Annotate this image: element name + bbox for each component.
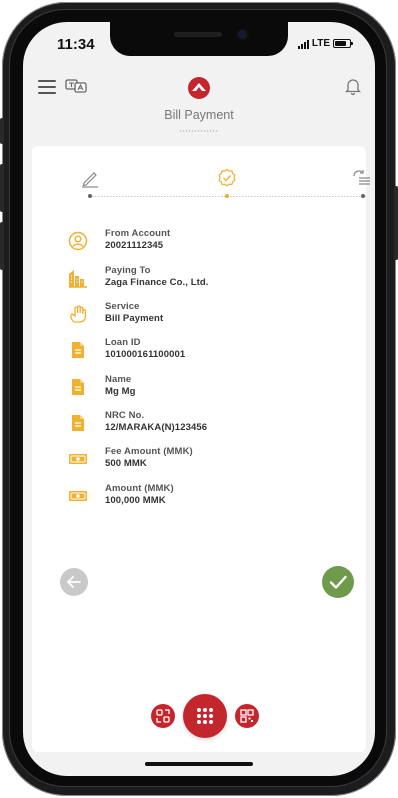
status-indicators: LTE <box>297 38 353 49</box>
document-icon <box>72 415 84 431</box>
home-indicator[interactable] <box>145 762 253 766</box>
detail-value: 12/MARAKA(N)123456 <box>105 422 208 433</box>
check-badge-icon <box>218 168 236 187</box>
detail-value: Mg Mg <box>105 386 136 397</box>
swap-icon <box>156 709 170 723</box>
qr-shortcut-button[interactable] <box>235 704 259 728</box>
banknote-icon <box>69 454 87 464</box>
building-icon <box>69 270 87 288</box>
detail-row: Amount (MMK) 100,000 MMK <box>32 483 366 517</box>
confirm-button[interactable] <box>322 566 354 598</box>
camera <box>238 30 247 39</box>
document-icon <box>72 379 84 395</box>
detail-label: Fee Amount (MMK) <box>105 446 193 457</box>
detail-value: 101000161100001 <box>105 349 186 360</box>
document-icon <box>72 342 84 358</box>
side-button <box>0 118 4 144</box>
detail-row: Paying To Zaga Finance Co., Ltd. <box>32 265 366 299</box>
step-dot-3 <box>361 194 365 198</box>
detail-row: Loan ID 101000161100001 <box>32 337 366 371</box>
detail-label: Service <box>105 301 140 312</box>
detail-value: Zaga Finance Co., Ltd. <box>105 277 209 288</box>
back-button[interactable] <box>60 568 88 596</box>
pencil-icon <box>82 172 98 188</box>
detail-value: 500 MMK <box>105 458 147 469</box>
bell-icon[interactable] <box>345 76 361 96</box>
step-dot-1 <box>88 194 92 198</box>
app-header: Bill Payment <box>23 66 375 146</box>
side-button <box>0 164 4 212</box>
detail-value: 100,000 MMK <box>105 495 166 506</box>
detail-label: NRC No. <box>105 410 145 421</box>
menu-icon[interactable] <box>38 80 56 94</box>
battery-icon <box>333 39 353 48</box>
user-circle-icon <box>68 231 88 251</box>
main-menu-button[interactable] <box>183 694 227 738</box>
screen: 11:34 LTE Bill Payment From Account 2002… <box>23 22 375 776</box>
side-button <box>0 222 4 270</box>
detail-row: From Account 20021112345 <box>32 228 366 262</box>
signal-icon <box>297 39 309 49</box>
detail-label: From Account <box>105 228 171 239</box>
stepper <box>32 146 370 210</box>
banknote-icon <box>69 491 87 501</box>
detail-row: NRC No. 12/MARAKA(N)123456 <box>32 410 366 444</box>
stepper-line <box>92 196 368 197</box>
transfer-shortcut-button[interactable] <box>151 704 175 728</box>
qr-code-icon <box>240 709 254 723</box>
grid-menu-icon <box>197 708 213 724</box>
notch <box>110 22 288 56</box>
page-title: Bill Payment <box>164 108 234 122</box>
detail-value: Bill Payment <box>105 313 164 324</box>
detail-row: Service Bill Payment <box>32 301 366 335</box>
logo-icon <box>188 77 210 99</box>
detail-label: Name <box>105 374 132 385</box>
detail-label: Paying To <box>105 265 151 276</box>
arrow-left-icon <box>67 576 81 588</box>
detail-label: Loan ID <box>105 337 141 348</box>
network-label: LTE <box>311 38 330 49</box>
title-underline <box>179 130 219 132</box>
detail-label: Amount (MMK) <box>105 483 174 494</box>
speaker <box>174 32 222 37</box>
bottom-bar <box>23 694 375 738</box>
language-icon[interactable] <box>65 77 87 95</box>
detail-row: Fee Amount (MMK) 500 MMK <box>32 446 366 480</box>
hand-icon <box>70 305 87 323</box>
detail-row: Name Mg Mg <box>32 374 366 408</box>
status-time: 11:34 <box>57 36 95 53</box>
send-list-icon <box>353 170 370 185</box>
detail-value: 20021112345 <box>105 240 164 251</box>
step-dot-2 <box>225 194 229 198</box>
confirmation-card: From Account 20021112345 Paying To Zaga … <box>32 146 370 752</box>
checkmark-icon <box>329 575 347 589</box>
side-button <box>394 186 398 260</box>
